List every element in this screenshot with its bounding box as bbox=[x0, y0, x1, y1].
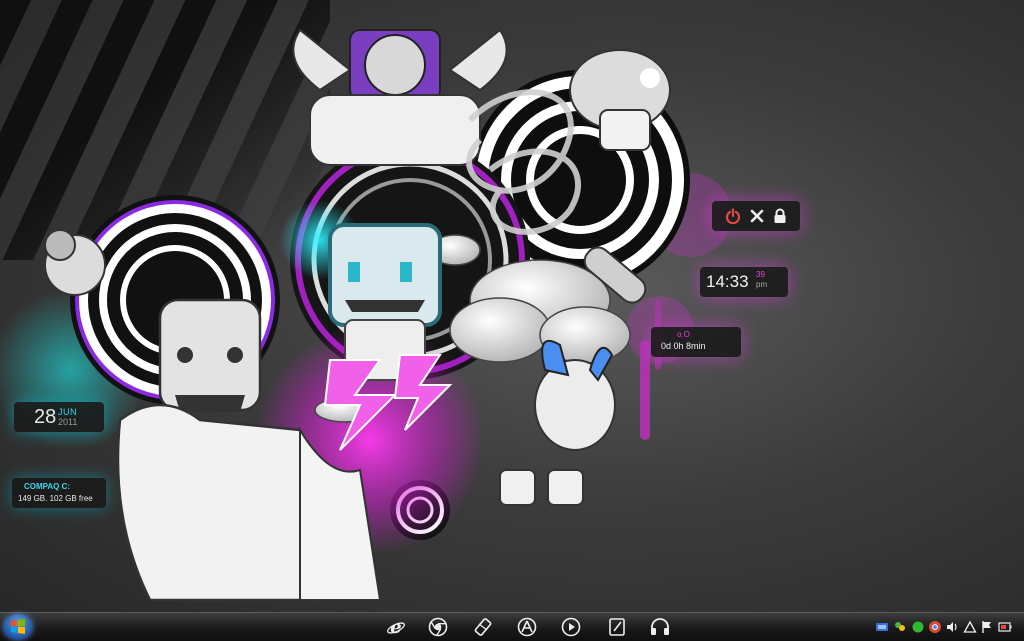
taskbar: e bbox=[0, 612, 1024, 641]
date-year: 2011 bbox=[58, 417, 78, 427]
tray-alert-icon[interactable] bbox=[963, 620, 977, 634]
wallpaper-artwork bbox=[0, 28, 732, 602]
chrome-tray-icon[interactable] bbox=[928, 620, 942, 634]
notepad-icon[interactable] bbox=[605, 615, 629, 639]
internet-explorer-icon[interactable]: e bbox=[384, 615, 408, 639]
svg-text:e: e bbox=[390, 617, 401, 637]
paint-icon[interactable] bbox=[471, 615, 495, 639]
apps-icon[interactable] bbox=[515, 615, 539, 639]
chrome-icon[interactable] bbox=[426, 615, 450, 639]
volume-icon[interactable] bbox=[945, 620, 959, 634]
date-month: JUN bbox=[58, 407, 77, 417]
power-icon[interactable] bbox=[725, 208, 741, 224]
start-button[interactable] bbox=[3, 614, 33, 640]
clock-ampm: pm bbox=[756, 280, 768, 289]
close-icon[interactable] bbox=[750, 209, 764, 223]
messenger-icon[interactable] bbox=[893, 620, 907, 634]
windows-logo-icon bbox=[11, 619, 25, 634]
status-icon[interactable] bbox=[911, 620, 925, 634]
clock-seconds: 39 bbox=[756, 270, 765, 279]
uptime-value: 0d 0h 8min bbox=[661, 341, 706, 351]
clock-widget[interactable]: 14:33 39 pm bbox=[700, 267, 788, 297]
drive-widget[interactable]: COMPAQ C: 149 GB. 102 GB free bbox=[12, 478, 106, 508]
network-icon[interactable] bbox=[875, 620, 889, 634]
uptime-label: o.O bbox=[677, 330, 690, 339]
headphones-icon[interactable] bbox=[648, 615, 672, 639]
flag-icon[interactable] bbox=[980, 620, 994, 634]
lock-icon[interactable] bbox=[773, 208, 787, 224]
date-day: 28 bbox=[34, 406, 57, 428]
drive-name: COMPAQ C: bbox=[24, 482, 71, 491]
power-widget bbox=[712, 201, 800, 231]
power-tray-icon[interactable] bbox=[998, 620, 1012, 634]
clock-time: 14:33 bbox=[706, 272, 749, 291]
date-widget[interactable]: 28 JUN 2011 bbox=[14, 402, 104, 432]
media-player-icon[interactable] bbox=[559, 615, 583, 639]
drive-info: 149 GB. 102 GB free bbox=[18, 494, 93, 503]
uptime-widget[interactable]: o.O 0d 0h 8min bbox=[651, 327, 741, 357]
